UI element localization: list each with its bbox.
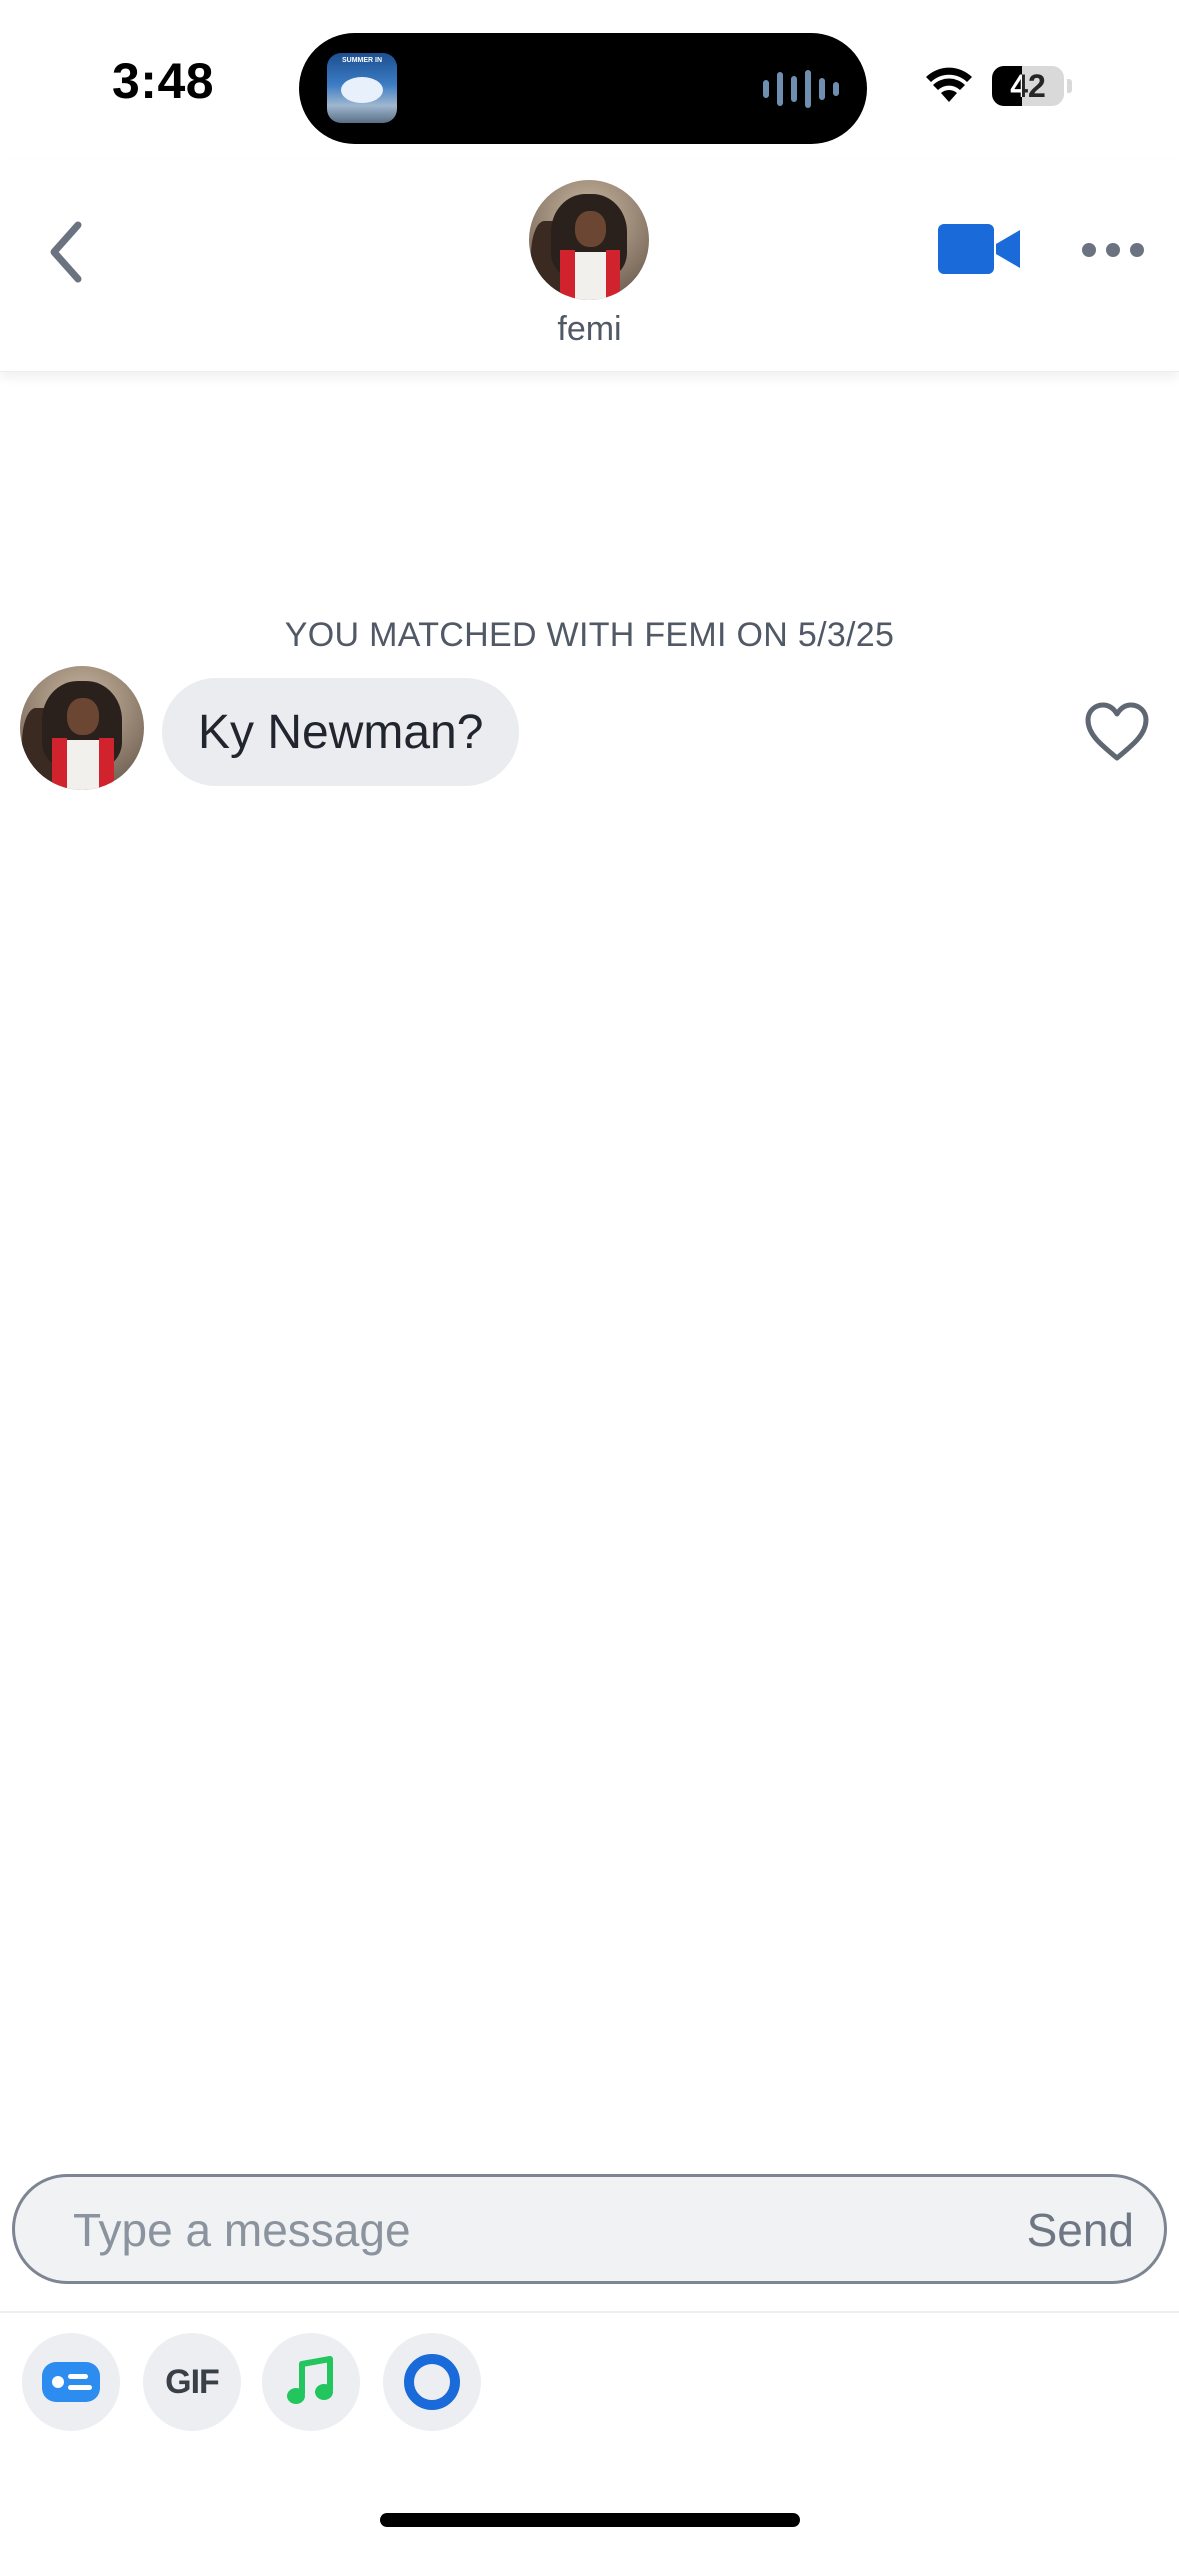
audio-waveform-icon <box>763 69 839 109</box>
gif-button[interactable]: GIF <box>143 2333 241 2431</box>
message-bubble[interactable]: Ky Newman? <box>162 678 520 786</box>
profile-avatar[interactable] <box>529 180 649 300</box>
ellipsis-icon <box>1082 243 1144 257</box>
ring-icon <box>404 2354 460 2410</box>
sticker-card-button[interactable] <box>22 2333 120 2431</box>
home-indicator[interactable] <box>380 2513 800 2527</box>
battery-icon: 42 <box>992 66 1064 106</box>
message-composer: Send <box>12 2174 1167 2284</box>
like-message-button[interactable] <box>1082 700 1152 764</box>
live-activity-app-icon: SUMMER IN <box>327 53 397 123</box>
message-input[interactable] <box>73 2199 973 2261</box>
profile-name[interactable]: femi <box>440 310 739 349</box>
send-button[interactable]: Send <box>1027 2203 1134 2257</box>
dynamic-island[interactable]: SUMMER IN <box>299 33 867 144</box>
live-activity-app-text: SUMMER IN <box>341 57 383 64</box>
gif-icon: GIF <box>165 2362 220 2401</box>
back-button[interactable] <box>36 212 96 292</box>
toolbar-divider <box>0 2311 1179 2313</box>
chat-screen: 3:48 SUMMER IN 42 femi YOU MATCHED WITH … <box>0 0 1179 2556</box>
chat-header: femi <box>0 160 1179 372</box>
chevron-left-icon <box>50 221 82 283</box>
battery-nub <box>1067 79 1072 93</box>
video-call-button[interactable] <box>934 214 1024 284</box>
sender-avatar[interactable] <box>20 666 144 790</box>
ring-button[interactable] <box>383 2333 481 2431</box>
status-time: 3:48 <box>112 53 215 109</box>
more-options-button[interactable] <box>1078 230 1148 270</box>
app-logo <box>341 77 383 103</box>
sticker-card-icon <box>42 2362 100 2402</box>
video-camera-icon <box>938 224 1020 274</box>
battery-level: 42 <box>1010 68 1046 104</box>
heart-icon <box>1085 702 1149 761</box>
wifi-icon <box>926 67 972 102</box>
match-notice: YOU MATCHED WITH FEMI ON 5/3/25 <box>284 616 895 654</box>
music-note-icon <box>287 2356 333 2404</box>
music-button[interactable] <box>262 2333 360 2431</box>
